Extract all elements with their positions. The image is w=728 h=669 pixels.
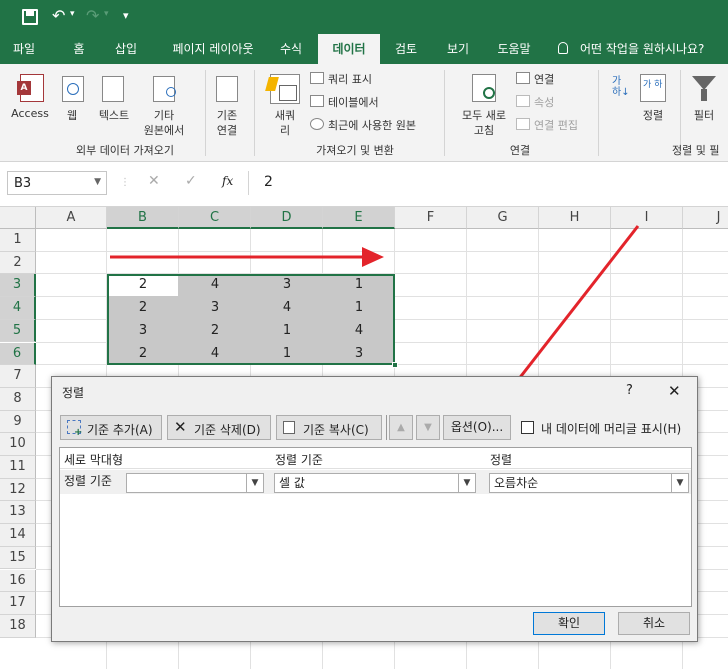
close-icon[interactable]: ✕ [668, 382, 681, 400]
order-select-value: 오름차순 [494, 476, 539, 490]
options-button[interactable]: 옵션(O)... [443, 415, 511, 440]
sort-by-label: 정렬 기준 [64, 474, 112, 488]
copy-level-icon [283, 421, 295, 434]
column-header: 세로 막대형 [64, 453, 124, 467]
sort-dialog: 정렬 ? ✕ + 기준 추가(A) ✕ 기준 삭제(D) 기준 복사(C) ▲ … [51, 376, 698, 642]
move-down-button[interactable]: ▼ [416, 415, 440, 440]
delete-level-label: 기준 삭제(D) [194, 423, 261, 437]
order-select[interactable]: 오름차순 ▼ [489, 473, 689, 493]
header-checkbox-label[interactable]: 내 데이터에 머리글 표시(H) [541, 420, 681, 437]
header-checkbox[interactable] [521, 421, 534, 434]
add-level-icon: + [67, 420, 82, 438]
chevron-down-icon: ▼ [458, 474, 475, 492]
cancel-button[interactable]: 취소 [618, 612, 690, 635]
delete-level-icon: ✕ [174, 418, 187, 436]
ok-button[interactable]: 확인 [533, 612, 605, 635]
order-header: 정렬 [490, 453, 513, 467]
copy-level-label: 기준 복사(C) [303, 423, 369, 437]
sort-on-select-value: 셀 값 [279, 476, 305, 490]
chevron-down-icon: ▼ [246, 474, 263, 492]
add-level-label: 기준 추가(A) [87, 423, 153, 437]
delete-level-button[interactable]: ✕ 기준 삭제(D) [167, 415, 271, 440]
help-button[interactable]: ? [626, 383, 633, 398]
add-level-button[interactable]: + 기준 추가(A) [60, 415, 162, 440]
sort-levels-list[interactable]: 세로 막대형 정렬 기준 정렬 정렬 기준 ▼ 셀 값 ▼ 오름차순 ▼ [59, 447, 692, 607]
column-select[interactable]: ▼ [126, 473, 264, 493]
copy-level-button[interactable]: 기준 복사(C) [276, 415, 382, 440]
sort-on-header: 정렬 기준 [275, 453, 323, 467]
dialog-title: 정렬 [62, 386, 85, 400]
move-up-button[interactable]: ▲ [389, 415, 413, 440]
sort-on-select[interactable]: 셀 값 ▼ [274, 473, 476, 493]
chevron-down-icon: ▼ [671, 474, 688, 492]
